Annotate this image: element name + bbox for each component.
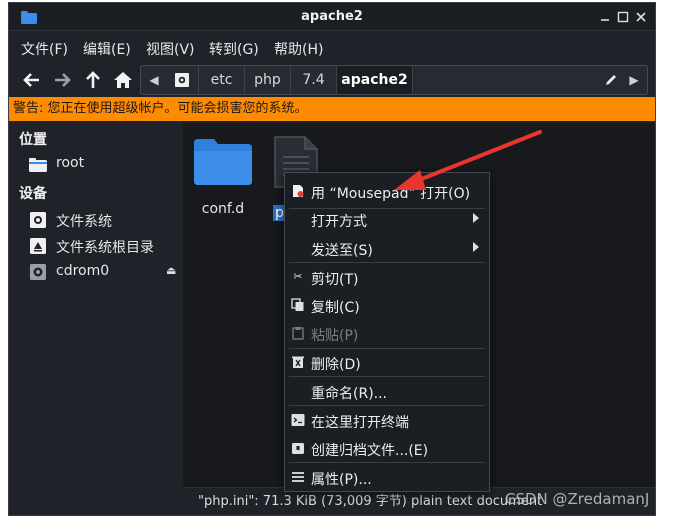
- eject-icon[interactable]: ⏏: [166, 264, 176, 277]
- drive-icon: [174, 73, 189, 87]
- sidebar-item-filesystem-root[interactable]: 文件系统根目录: [29, 235, 179, 257]
- menu-item-label: 打开方式: [311, 214, 367, 230]
- menu-item-properties[interactable]: 属性(P)...: [285, 464, 489, 492]
- drive-icon: [30, 212, 46, 228]
- root-warning-bar: 警告: 您正在使用超级帐户。可能会损害您的系统。: [9, 97, 655, 121]
- file-item-conf-d[interactable]: conf.d: [193, 139, 253, 217]
- trash-icon: [291, 355, 305, 369]
- path-bar: ◀ etc php 7.4 apache2 ▶: [140, 65, 648, 95]
- menu-item-open-terminal[interactable]: 在这里打开终端: [285, 407, 489, 435]
- back-icon[interactable]: [19, 67, 45, 93]
- menu-item-paste[interactable]: 粘贴(P): [285, 320, 489, 348]
- menu-item-copy[interactable]: 复制(C): [285, 292, 489, 320]
- toolbar: ◀ etc php 7.4 apache2 ▶: [9, 63, 655, 97]
- menu-item-label: 复制(C): [311, 300, 360, 316]
- path-crumb-7-4[interactable]: 7.4: [291, 66, 337, 94]
- home-folder-icon: [29, 158, 47, 172]
- paste-icon: [291, 326, 305, 340]
- sidebar: 位置 root 设备 文件系统 文件系统根目录 cdrom0 ⏏: [9, 123, 183, 515]
- menu-separator: [289, 262, 485, 263]
- minimize-icon[interactable]: [597, 9, 613, 25]
- folder-icon: [194, 139, 252, 185]
- menu-item-delete[interactable]: 删除(D): [285, 349, 489, 377]
- forward-icon[interactable]: [49, 67, 75, 93]
- menu-item-label: 重命名(R)...: [311, 386, 388, 402]
- menu-item-label: 属性(P)...: [311, 472, 372, 488]
- optical-drive-icon: [30, 264, 46, 280]
- window-title: apache2: [301, 9, 363, 24]
- menu-item-label: 剪切(T): [311, 272, 359, 288]
- context-menu: 用 “Mousepad” 打开(O) 打开方式 发送至(S) ✂ 剪切(T) 复…: [284, 172, 490, 492]
- menu-go[interactable]: 转到(G): [209, 39, 259, 59]
- properties-icon: [291, 470, 305, 484]
- menu-help[interactable]: 帮助(H): [274, 39, 323, 59]
- up-icon[interactable]: [80, 67, 106, 93]
- menu-item-rename[interactable]: 重命名(R)...: [285, 378, 489, 406]
- sidebar-item-cdrom0[interactable]: cdrom0 ⏏: [29, 261, 179, 283]
- menu-item-open-with[interactable]: 打开方式: [285, 206, 489, 234]
- menu-bar: 文件(F) 编辑(E) 视图(V) 转到(G) 帮助(H): [9, 33, 655, 61]
- path-scroll-right-icon[interactable]: ▶: [627, 72, 641, 88]
- sidebar-item-label: 文件系统: [56, 214, 112, 230]
- edit-path-icon[interactable]: [603, 72, 619, 88]
- menu-item-label: 删除(D): [311, 357, 361, 373]
- menu-file[interactable]: 文件(F): [21, 39, 68, 59]
- path-crumb-etc[interactable]: etc: [199, 66, 245, 94]
- sidebar-heading-devices: 设备: [19, 186, 47, 202]
- menu-item-label: 创建归档文件...(E): [311, 443, 429, 459]
- terminal-icon: [291, 413, 305, 427]
- copy-icon: [291, 298, 305, 312]
- path-root-button[interactable]: [165, 66, 199, 94]
- path-scroll-left-icon[interactable]: ◀: [147, 72, 161, 88]
- title-bar[interactable]: apache2: [9, 3, 655, 31]
- annotation-arrow-icon: [394, 130, 542, 190]
- sidebar-item-label: cdrom0: [56, 263, 110, 279]
- menu-item-label: 发送至(S): [311, 243, 373, 259]
- sidebar-item-root[interactable]: root: [29, 153, 179, 175]
- menu-edit[interactable]: 编辑(E): [83, 39, 131, 59]
- sidebar-heading-places: 位置: [19, 132, 47, 148]
- submenu-arrow-icon: [473, 213, 479, 223]
- menu-item-label: 粘贴(P): [311, 328, 359, 344]
- menu-item-create-archive[interactable]: 创建归档文件...(E): [285, 435, 489, 463]
- sidebar-item-label: root: [56, 155, 85, 171]
- watermark: CSDN @ZredamanJ: [505, 490, 650, 508]
- menu-item-cut[interactable]: ✂ 剪切(T): [285, 264, 489, 292]
- maximize-icon[interactable]: [615, 9, 631, 25]
- menu-separator: [289, 376, 485, 377]
- sidebar-item-filesystem[interactable]: 文件系统: [29, 209, 179, 231]
- scissors-icon: ✂: [293, 270, 303, 283]
- menu-view[interactable]: 视图(V): [146, 39, 195, 59]
- menu-item-send-to[interactable]: 发送至(S): [285, 235, 489, 263]
- menu-separator: [289, 405, 485, 406]
- file-name: conf.d: [201, 201, 245, 217]
- menu-item-label: 在这里打开终端: [311, 415, 409, 431]
- mousepad-icon: [291, 184, 305, 198]
- path-crumb-apache2[interactable]: apache2: [337, 66, 413, 94]
- home-icon[interactable]: [110, 67, 136, 93]
- sidebar-item-label: 文件系统根目录: [56, 240, 154, 256]
- submenu-arrow-icon: [473, 242, 479, 252]
- archive-icon: [291, 441, 305, 455]
- drive-root-icon: [30, 238, 46, 254]
- menu-separator: [289, 462, 485, 463]
- path-crumb-php[interactable]: php: [245, 66, 291, 94]
- close-icon[interactable]: [633, 9, 649, 25]
